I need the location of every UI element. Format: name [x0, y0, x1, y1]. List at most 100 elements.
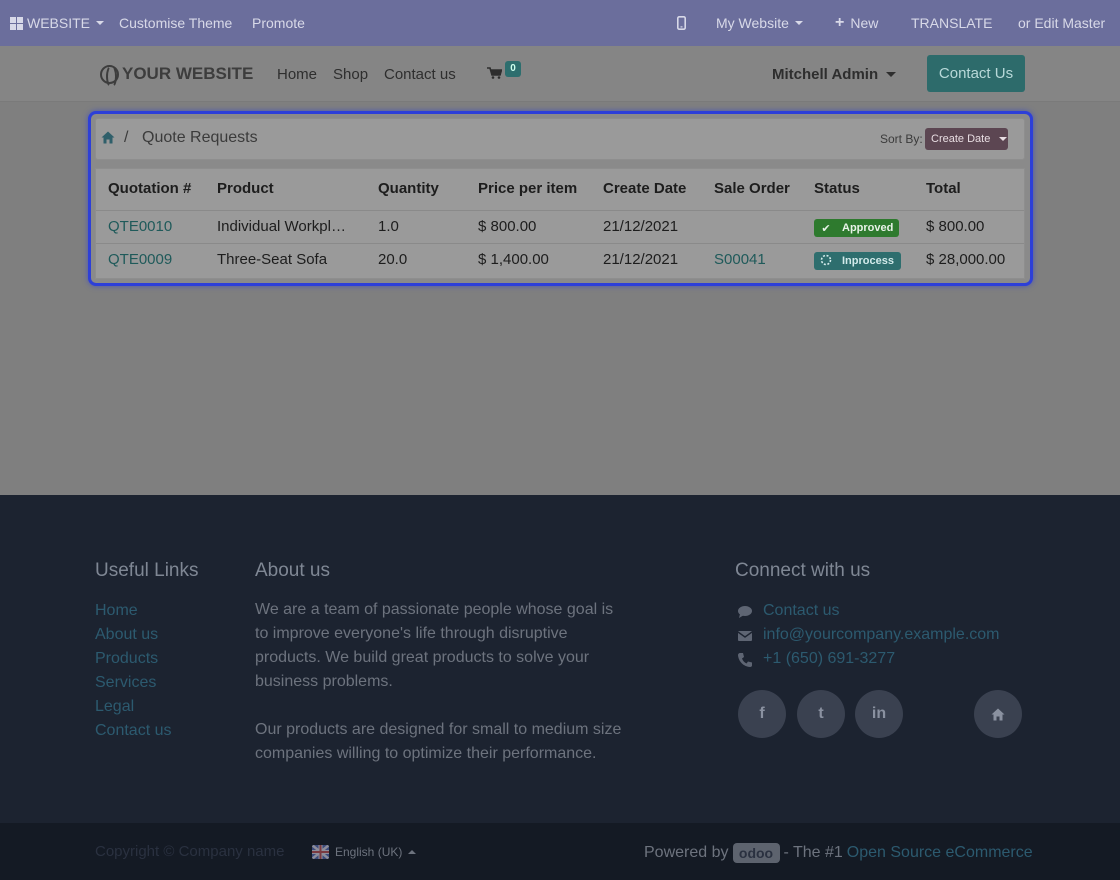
language-label: English (UK): [335, 845, 403, 859]
home-icon: [991, 708, 1005, 720]
footer-link-about[interactable]: About us: [95, 626, 158, 644]
status-badge: ✔ Approved: [814, 219, 899, 237]
envelope-icon: [737, 631, 753, 641]
ecommerce-link[interactable]: Open Source eCommerce: [847, 844, 1033, 862]
about-text: to improve everyone's life through disru…: [255, 625, 568, 642]
new-label: New: [850, 15, 879, 31]
home-social-button[interactable]: [974, 690, 1022, 738]
the-1-label: - The #1: [783, 844, 843, 861]
chevron-down-icon: [96, 21, 105, 25]
uk-flag-icon: [312, 845, 329, 859]
contact-us-button[interactable]: Contact Us: [927, 55, 1025, 92]
quotation-link[interactable]: QTE0009: [108, 251, 172, 268]
footer-link-services[interactable]: Services: [95, 674, 156, 692]
about-text: We are a team of passionate people whose…: [255, 601, 614, 618]
column-header[interactable]: Quantity: [378, 180, 439, 197]
footer-link-contact[interactable]: Contact us: [95, 722, 171, 740]
edit-master-button[interactable]: or Edit Master: [1018, 0, 1105, 46]
chevron-down-icon: [999, 137, 1008, 142]
globe-icon: [100, 64, 119, 88]
website-menu-label: WEBSITE: [27, 15, 91, 31]
total-cell: $ 800.00: [926, 218, 985, 235]
sort-value: Create Date: [931, 133, 991, 145]
column-header[interactable]: Sale Order: [714, 180, 790, 197]
mobile-icon: [677, 16, 686, 30]
home-icon[interactable]: [101, 131, 115, 144]
footer-link-products[interactable]: Products: [95, 650, 158, 668]
breadcrumb-current: Quote Requests: [142, 129, 258, 146]
about-heading: About us: [255, 560, 330, 581]
twitter-icon[interactable]: t: [797, 690, 845, 738]
powered-by: Powered by odoo - The #1 Open Source eCo…: [644, 843, 1033, 863]
column-header[interactable]: Product: [217, 180, 274, 197]
nav-home[interactable]: Home: [277, 66, 317, 83]
price-cell: $ 1,400.00: [478, 251, 549, 268]
site-logo[interactable]: YOUR WEBSITE: [100, 64, 254, 88]
website-menu[interactable]: WEBSITE: [10, 0, 105, 46]
powered-by-label: Powered by: [644, 844, 729, 861]
status-label: Inprocess: [842, 255, 894, 267]
column-header[interactable]: Create Date: [603, 180, 686, 197]
plus-icon: +: [835, 14, 845, 31]
footer-contact-link[interactable]: Contact us: [763, 602, 839, 620]
footer-link-home[interactable]: Home: [95, 602, 138, 620]
about-text: companies willing to optimize their perf…: [255, 745, 597, 762]
column-header[interactable]: Status: [814, 180, 860, 197]
cart-count-badge: 0: [505, 61, 521, 77]
spinner-icon: [820, 254, 832, 269]
site-logo-text: YOUR WEBSITE: [122, 64, 254, 83]
chevron-down-icon: [794, 21, 803, 25]
product-cell: Individual Workpl…: [217, 218, 346, 235]
quotation-link[interactable]: QTE0010: [108, 218, 172, 235]
sort-label: Sort By:: [880, 132, 923, 146]
my-website-menu[interactable]: My Website: [716, 0, 803, 46]
status-badge: Inprocess: [814, 252, 901, 270]
user-name: Mitchell Admin: [772, 66, 879, 83]
connect-heading: Connect with us: [735, 560, 871, 581]
phone-icon: [738, 653, 752, 667]
column-header[interactable]: Total: [926, 180, 961, 197]
total-cell: $ 28,000.00: [926, 251, 1006, 268]
row-divider: [96, 243, 1024, 244]
footer-phone-link[interactable]: +1 (650) 691-3277: [763, 650, 895, 668]
admin-bar: WEBSITE Customise Theme Promote My Websi…: [0, 0, 1120, 46]
product-cell: Three-Seat Sofa: [217, 251, 328, 268]
cart-icon[interactable]: [487, 67, 502, 79]
apps-grid-icon: [10, 16, 23, 30]
column-header[interactable]: Quotation #: [108, 180, 191, 197]
nav-contact-us[interactable]: Contact us: [384, 66, 456, 83]
breadcrumb-separator: /: [124, 129, 129, 146]
quantity-cell: 1.0: [378, 218, 399, 235]
sort-dropdown[interactable]: Create Date: [925, 128, 1008, 150]
comment-icon: [738, 606, 752, 618]
language-selector[interactable]: English (UK): [312, 845, 417, 859]
facebook-icon[interactable]: f: [738, 690, 786, 738]
about-text: business problems.: [255, 673, 393, 690]
price-cell: $ 800.00: [478, 218, 537, 235]
footer-email-link[interactable]: info@yourcompany.example.com: [763, 626, 1000, 644]
odoo-logo[interactable]: odoo: [732, 843, 780, 863]
footer-link-legal[interactable]: Legal: [95, 698, 134, 716]
status-label: Approved: [842, 222, 894, 234]
about-text: products. We build great products to sol…: [255, 649, 590, 666]
promote-button[interactable]: Promote: [252, 0, 305, 46]
new-button[interactable]: + New: [835, 0, 878, 46]
quantity-cell: 20.0: [378, 251, 408, 268]
copyright-text: Copyright © Company name: [95, 843, 285, 860]
useful-links-heading: Useful Links: [95, 560, 199, 581]
mobile-preview-button[interactable]: [677, 0, 686, 46]
column-header[interactable]: Price per item: [478, 180, 577, 197]
date-cell: 21/12/2021: [603, 218, 679, 235]
nav-shop[interactable]: Shop: [333, 66, 368, 83]
sale-order-link[interactable]: S00041: [714, 251, 766, 268]
chevron-up-icon: [408, 850, 417, 854]
check-icon: ✔: [821, 222, 831, 235]
about-text: Our products are designed for small to m…: [255, 721, 622, 738]
user-menu[interactable]: Mitchell Admin: [772, 66, 897, 83]
my-website-label: My Website: [716, 15, 789, 31]
customise-theme-button[interactable]: Customise Theme: [119, 0, 232, 46]
row-divider: [96, 210, 1024, 211]
chevron-down-icon: [886, 72, 897, 77]
linkedin-icon[interactable]: in: [855, 690, 903, 738]
translate-button[interactable]: TRANSLATE: [911, 0, 992, 46]
